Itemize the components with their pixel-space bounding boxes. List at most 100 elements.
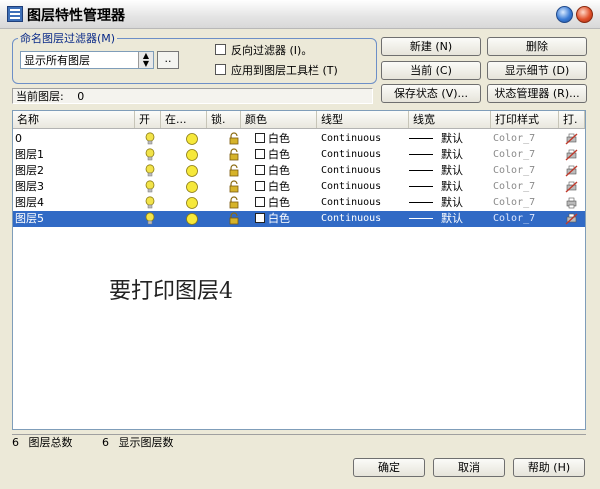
column-header-lineweight[interactable]: 线宽 <box>409 111 491 128</box>
layer-plot-style: Color_7 <box>493 149 536 160</box>
light-bulb-icon[interactable] <box>145 164 159 180</box>
current-layer-value: 0 <box>77 90 85 103</box>
layer-color[interactable]: 白色 <box>255 211 315 227</box>
layer-name[interactable]: 图层4 <box>15 195 133 211</box>
lineweight-line-icon <box>409 154 433 155</box>
apply-to-toolbar-checkbox[interactable]: 应用到图层工具栏 (T) <box>215 64 338 78</box>
shown-layer-count: 6 <box>102 436 109 449</box>
column-header-plot[interactable]: 打. <box>559 111 585 128</box>
lock-icon[interactable] <box>228 196 242 212</box>
lock-icon[interactable] <box>228 148 242 164</box>
layer-list[interactable]: 名称 开 在... 锁. 颜色 线型 线宽 打印样式 打. 0 白色 Conti… <box>12 110 586 430</box>
layer-row[interactable]: 图层3 白色 Continuous 默认 Color_7 <box>13 179 585 195</box>
delete-layer-button[interactable]: 删除 <box>487 37 587 56</box>
new-layer-button[interactable]: 新建 (N) <box>381 37 481 56</box>
total-layer-count: 6 <box>12 436 19 449</box>
sun-icon[interactable] <box>185 212 201 228</box>
sun-icon[interactable] <box>185 148 201 164</box>
layer-plot-style: Color_7 <box>493 197 536 208</box>
window-title: 图层特性管理器 <box>27 8 125 24</box>
layer-linetype[interactable]: Continuous <box>321 163 407 179</box>
help-title-button[interactable] <box>556 6 573 23</box>
state-manager-button[interactable]: 状态管理器 (R)... <box>487 84 587 103</box>
color-swatch-icon <box>255 165 265 175</box>
column-header-plot-style[interactable]: 打印样式 <box>491 111 559 128</box>
layer-plot-style: Color_7 <box>493 165 536 176</box>
light-bulb-icon[interactable] <box>145 196 159 212</box>
current-layer-display: 当前图层: 0 <box>12 88 373 104</box>
reverse-filter-checkbox[interactable]: 反向过滤器 (I)。 <box>215 44 312 58</box>
layer-lineweight[interactable]: 默认 <box>409 179 489 195</box>
lock-icon[interactable] <box>228 132 242 148</box>
light-bulb-icon[interactable] <box>145 132 159 148</box>
no-plot-icon[interactable] <box>565 213 581 229</box>
sun-icon[interactable] <box>185 132 201 148</box>
column-header-on[interactable]: 开 <box>135 111 161 128</box>
color-swatch-icon <box>255 197 265 207</box>
column-header-color[interactable]: 颜色 <box>241 111 317 128</box>
layer-row[interactable]: 图层2 白色 Continuous 默认 Color_7 <box>13 163 585 179</box>
layer-name[interactable]: 图层5 <box>15 211 133 227</box>
layer-lineweight[interactable]: 默认 <box>409 147 489 163</box>
lock-icon[interactable] <box>228 180 242 196</box>
color-swatch-icon <box>255 213 265 223</box>
layer-row[interactable]: 0 白色 Continuous 默认 Color_7 <box>13 131 585 147</box>
sun-icon[interactable] <box>185 196 201 212</box>
layer-row[interactable]: 图层5 白色 Continuous 默认 Color_7 <box>13 211 585 227</box>
sun-icon[interactable] <box>185 164 201 180</box>
checkbox-icon <box>215 64 226 75</box>
layer-row[interactable]: 图层4 白色 Continuous 默认 Color_7 <box>13 195 585 211</box>
help-button[interactable]: 帮助 (H) <box>513 458 585 477</box>
layer-lineweight[interactable]: 默认 <box>409 131 489 147</box>
layer-linetype[interactable]: Continuous <box>321 147 407 163</box>
lineweight-line-icon <box>409 186 433 187</box>
light-bulb-icon[interactable] <box>145 212 159 228</box>
column-header-freeze[interactable]: 在... <box>161 111 207 128</box>
set-current-button[interactable]: 当前 (C) <box>381 61 481 80</box>
lock-icon[interactable] <box>228 212 242 228</box>
lineweight-line-icon <box>409 218 433 219</box>
layer-name[interactable]: 图层3 <box>15 179 133 195</box>
layer-row[interactable]: 图层1 白色 Continuous 默认 Color_7 <box>13 147 585 163</box>
lock-icon[interactable] <box>228 164 242 180</box>
sun-icon[interactable] <box>185 180 201 196</box>
layer-color[interactable]: 白色 <box>255 195 315 211</box>
layer-lineweight[interactable]: 默认 <box>409 211 489 227</box>
show-details-button[interactable]: 显示细节 (D) <box>487 61 587 80</box>
column-header-lock[interactable]: 锁. <box>207 111 241 128</box>
layer-linetype[interactable]: Continuous <box>321 211 407 227</box>
layer-name[interactable]: 图层2 <box>15 163 133 179</box>
lineweight-line-icon <box>409 202 433 203</box>
layer-lineweight[interactable]: 默认 <box>409 163 489 179</box>
layer-name[interactable]: 图层1 <box>15 147 133 163</box>
light-bulb-icon[interactable] <box>145 148 159 164</box>
lineweight-line-icon <box>409 170 433 171</box>
filter-selected-value: 显示所有图层 <box>24 54 90 67</box>
save-state-button[interactable]: 保存状态 (V)... <box>381 84 481 103</box>
layer-linetype[interactable]: Continuous <box>321 131 407 147</box>
close-button[interactable] <box>576 6 593 23</box>
light-bulb-icon[interactable] <box>145 180 159 196</box>
column-header-name[interactable]: 名称 <box>13 111 135 128</box>
ok-button[interactable]: 确定 <box>353 458 425 477</box>
layer-color[interactable]: 白色 <box>255 131 315 147</box>
spinner-icon[interactable]: ▲ ▼ <box>138 52 153 68</box>
layer-linetype[interactable]: Continuous <box>321 179 407 195</box>
column-header-linetype[interactable]: 线型 <box>317 111 409 128</box>
layer-plot-style: Color_7 <box>493 133 536 144</box>
layer-color[interactable]: 白色 <box>255 163 315 179</box>
cancel-button[interactable]: 取消 <box>433 458 505 477</box>
app-icon <box>7 6 23 22</box>
layer-count-status: 6 图层总数 6 显示图层数 <box>12 434 586 450</box>
layer-properties-dialog: 图层特性管理器 命名图层过滤器(M) 显示所有图层 ▲ ▼ .. 反向过滤器 (I… <box>0 0 600 489</box>
layer-linetype[interactable]: Continuous <box>321 195 407 211</box>
layer-lineweight[interactable]: 默认 <box>409 195 489 211</box>
layer-color[interactable]: 白色 <box>255 147 315 163</box>
title-bar: 图层特性管理器 <box>0 0 600 29</box>
filter-dropdown[interactable]: 显示所有图层 ▲ ▼ <box>20 51 154 69</box>
color-swatch-icon <box>255 149 265 159</box>
filter-group-label: 命名图层过滤器(M) <box>18 30 118 46</box>
layer-color[interactable]: 白色 <box>255 179 315 195</box>
layer-name[interactable]: 0 <box>15 131 133 147</box>
filter-browse-button[interactable]: .. <box>157 51 179 69</box>
